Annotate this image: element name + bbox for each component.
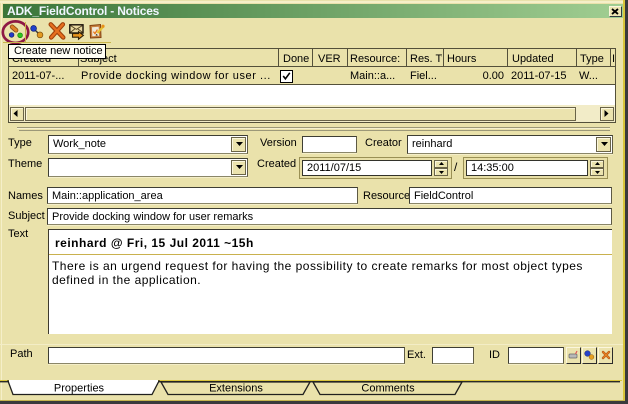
svg-text:Properties: Properties — [54, 383, 105, 395]
svg-text:Extensions: Extensions — [209, 383, 263, 395]
svg-text:Comments: Comments — [361, 383, 415, 395]
